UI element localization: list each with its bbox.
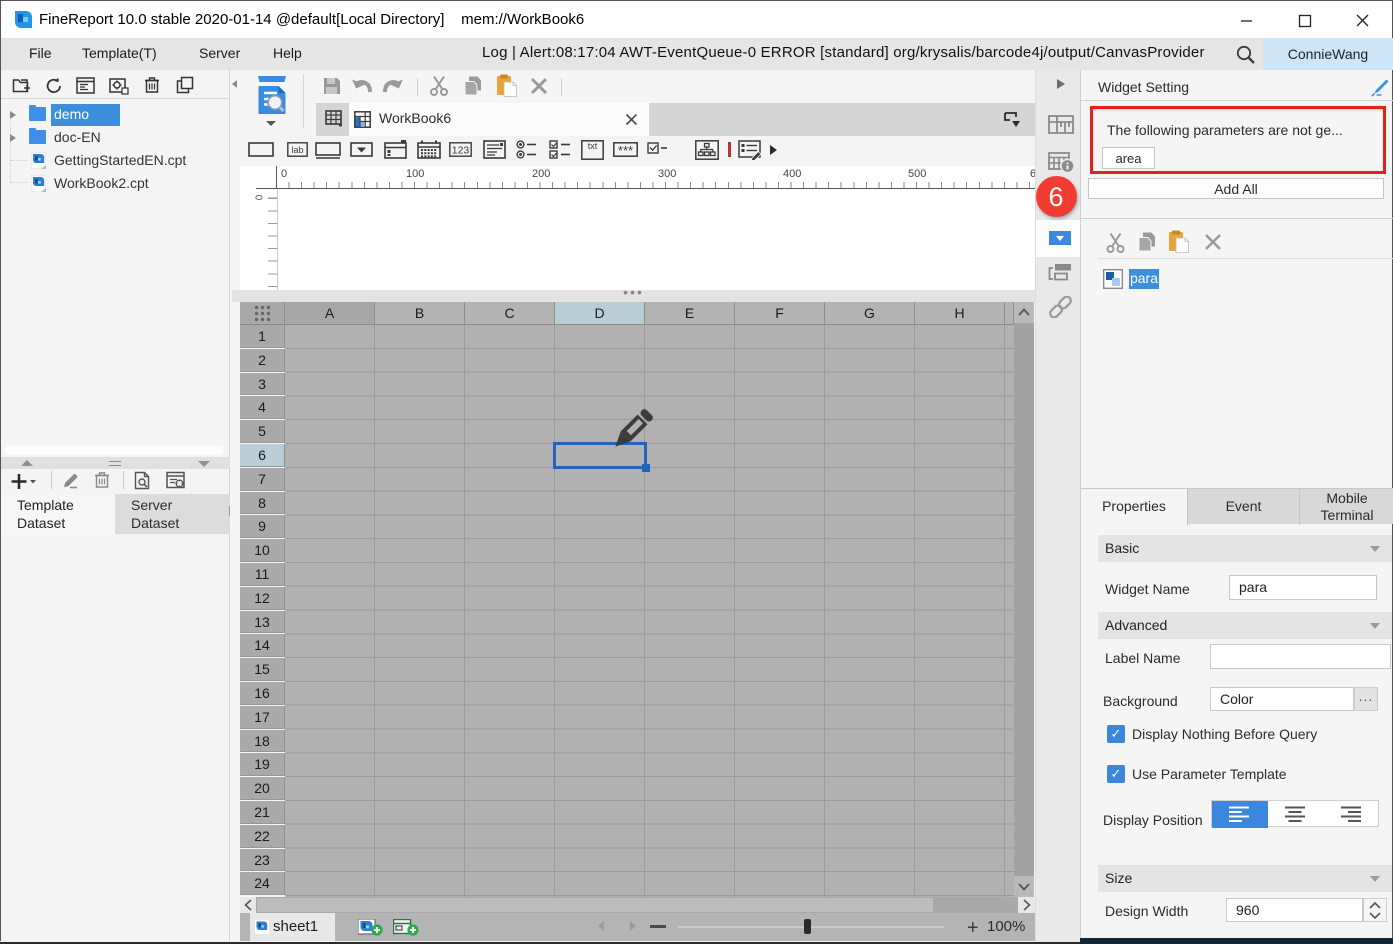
svg-text:***: *** [618,143,633,157]
svg-text:txt: txt [588,141,598,151]
svg-text:lab: lab [291,145,303,155]
svg-text:123: 123 [452,145,470,157]
